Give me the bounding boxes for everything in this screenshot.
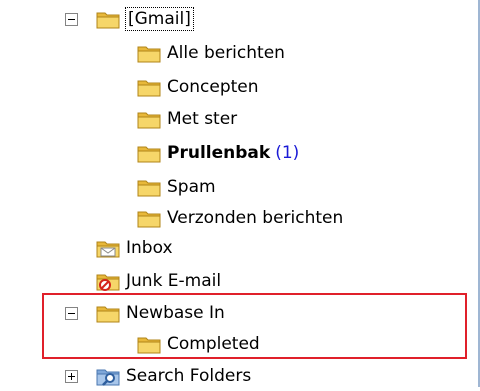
expand-icon[interactable]: [65, 370, 78, 383]
collapse-icon[interactable]: [65, 307, 78, 320]
folder-name: Prullenbak: [167, 143, 271, 163]
folder-icon: [137, 180, 161, 197]
folder-row-verzonden-berichten[interactable]: Verzonden berichten: [0, 203, 478, 233]
folder-row-alle-berichten[interactable]: Alle berichten: [0, 38, 478, 68]
folder-icon: [137, 112, 161, 129]
folder-row-newbase-in[interactable]: Newbase In: [0, 298, 478, 328]
folder-icon: [137, 337, 161, 354]
folder-label-concepten[interactable]: Concepten: [167, 76, 259, 98]
collapse-icon[interactable]: [65, 13, 78, 26]
folder-label-junk-email[interactable]: Junk E-mail: [126, 270, 221, 292]
folder-row-prullenbak[interactable]: Prullenbak (1): [0, 138, 478, 168]
folder-label-alle-berichten[interactable]: Alle berichten: [167, 42, 285, 64]
folder-label-inbox[interactable]: Inbox: [126, 237, 173, 259]
folder-label-newbase-in[interactable]: Newbase In: [126, 302, 225, 324]
folder-row-spam[interactable]: Spam: [0, 172, 478, 202]
folder-label-met-ster[interactable]: Met ster: [167, 108, 237, 130]
unread-count: (1): [275, 143, 300, 163]
folder-label-completed[interactable]: Completed: [167, 333, 260, 355]
folder-label-prullenbak[interactable]: Prullenbak (1): [167, 142, 299, 164]
folder-label-verzonden-berichten[interactable]: Verzonden berichten: [167, 207, 343, 229]
inbox-icon: [96, 241, 120, 258]
folder-icon: [96, 12, 120, 29]
folder-icon: [137, 80, 161, 97]
search-folder-icon: [96, 369, 120, 386]
folder-row-junk-email[interactable]: Junk E-mail: [0, 266, 478, 296]
folder-label-search-folders[interactable]: Search Folders: [126, 365, 251, 387]
folder-row-met-ster[interactable]: Met ster: [0, 104, 478, 134]
folder-row-concepten[interactable]: Concepten: [0, 72, 478, 102]
folder-icon: [137, 46, 161, 63]
folder-row-inbox[interactable]: Inbox: [0, 233, 478, 263]
folder-icon: [137, 146, 161, 163]
folder-row-completed[interactable]: Completed: [0, 329, 478, 359]
folder-icon: [137, 211, 161, 228]
junk-mail-icon: [96, 274, 120, 291]
folder-icon: [96, 306, 120, 323]
folder-label-spam[interactable]: Spam: [167, 176, 216, 198]
folder-label-gmail[interactable]: [Gmail]: [125, 7, 194, 31]
folder-row-gmail[interactable]: [Gmail]: [0, 4, 478, 34]
folder-pane: [Gmail] Alle berichten Concepten Met ste…: [0, 0, 480, 387]
